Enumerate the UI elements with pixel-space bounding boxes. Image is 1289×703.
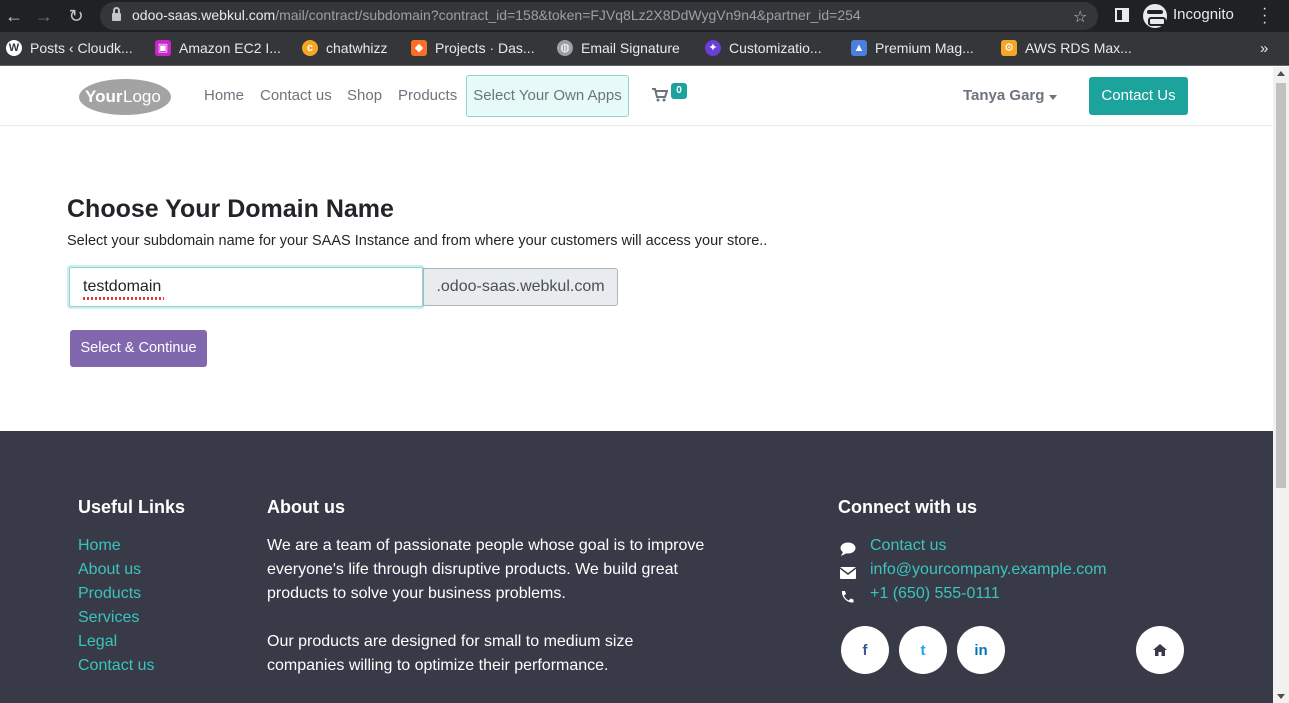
- about-line: We are a team of passionate people whose…: [267, 537, 705, 554]
- bookmark-item[interactable]: ◍ Email Signature: [557, 40, 680, 56]
- nav-shop[interactable]: Shop: [347, 87, 382, 104]
- address-bar[interactable]: odoo-saas.webkul.com/mail/contract/subdo…: [100, 2, 1098, 30]
- site-footer: Useful Links Home About us Products Serv…: [0, 431, 1273, 703]
- side-panel-icon[interactable]: [1115, 8, 1129, 22]
- url-text[interactable]: odoo-saas.webkul.com/mail/contract/subdo…: [132, 7, 861, 23]
- select-continue-button[interactable]: Select & Continue: [70, 330, 207, 367]
- comment-icon: [840, 542, 856, 556]
- premium-icon: ▲: [851, 40, 867, 56]
- envelope-icon: [840, 567, 856, 579]
- bookmark-label: Posts ‹ Cloudk...: [30, 40, 133, 56]
- about-line: everyone's life through disruptive produ…: [267, 561, 678, 578]
- bookmark-item[interactable]: ▣ Amazon EC2 I...: [155, 40, 281, 56]
- bookmark-label: chatwhizz: [326, 40, 388, 56]
- domain-suffix: .odoo-saas.webkul.com: [423, 268, 618, 306]
- home-glyph: [1153, 644, 1167, 656]
- site-header: Your Logo Home Contact us Shop Products …: [0, 67, 1273, 126]
- page-description: Select your subdomain name for your SAAS…: [67, 233, 768, 249]
- site-logo[interactable]: Your Logo: [78, 77, 172, 117]
- aws-rds-icon: ⚙: [1001, 40, 1017, 56]
- scroll-down-arrow-icon[interactable]: [1277, 694, 1285, 699]
- logo-image: Your Logo: [79, 79, 171, 115]
- bookmark-item[interactable]: c chatwhizz: [302, 40, 387, 56]
- about-line: products to solve your business problems…: [267, 585, 566, 602]
- about-line: companies willing to optimize their perf…: [267, 657, 609, 674]
- about-line: Our products are designed for small to m…: [267, 633, 634, 650]
- nav-contact-us[interactable]: Contact us: [260, 87, 332, 104]
- footer-link-services[interactable]: Services: [78, 609, 139, 627]
- bookmark-item[interactable]: ▲ Premium Mag...: [851, 40, 974, 56]
- phone-icon: [841, 591, 854, 603]
- nav-products[interactable]: Products: [398, 87, 457, 104]
- logo-text-logo: Logo: [123, 87, 161, 106]
- twitter-icon[interactable]: t: [899, 626, 947, 674]
- chatwhizz-icon: c: [302, 40, 318, 56]
- bookmark-item[interactable]: W Posts ‹ Cloudk...: [6, 40, 133, 56]
- subdomain-field[interactable]: [69, 267, 423, 307]
- wordpress-icon: W: [6, 40, 22, 56]
- nav-home[interactable]: Home: [204, 87, 244, 104]
- bookmark-label: Email Signature: [581, 40, 680, 56]
- connect-heading: Connect with us: [838, 497, 977, 517]
- incognito-icon[interactable]: [1143, 4, 1167, 28]
- footer-link-legal[interactable]: Legal: [78, 633, 117, 651]
- gitlab-icon: ◆: [411, 40, 427, 56]
- footer-link-contact[interactable]: Contact us: [78, 657, 154, 675]
- home-icon[interactable]: [1136, 626, 1184, 674]
- bookmark-label: Amazon EC2 I...: [179, 40, 281, 56]
- spellcheck-underline: [83, 297, 164, 300]
- scroll-up-arrow-icon[interactable]: [1277, 71, 1285, 76]
- cart-count-badge: 0: [671, 83, 687, 99]
- back-arrow-icon[interactable]: ←: [4, 6, 24, 26]
- bookmark-item[interactable]: ◆ Projects · Das...: [411, 40, 535, 56]
- about-paragraph-2: Our products are designed for small to m…: [267, 630, 633, 678]
- connect-phone-link[interactable]: +1 (650) 555-0111: [870, 585, 1000, 603]
- footer-link-products[interactable]: Products: [78, 585, 141, 603]
- bookmarks-bar: W Posts ‹ Cloudk... ▣ Amazon EC2 I... c …: [0, 32, 1289, 66]
- user-menu[interactable]: Tanya Garg: [963, 87, 1044, 104]
- shopping-cart-icon[interactable]: [652, 88, 668, 102]
- bookmark-item[interactable]: ✦ Customizatio...: [705, 40, 822, 56]
- browser-menu-icon[interactable]: · · ·: [1262, 1, 1267, 31]
- forward-arrow-icon[interactable]: →: [34, 6, 54, 26]
- scrollbar-thumb[interactable]: [1276, 83, 1286, 488]
- lock-icon: [112, 7, 121, 21]
- reload-icon[interactable]: ↻: [66, 6, 86, 26]
- contact-us-button[interactable]: Contact Us: [1089, 77, 1188, 115]
- chevron-down-icon[interactable]: [1049, 95, 1057, 100]
- web-page: Your Logo Home Contact us Shop Products …: [0, 67, 1273, 703]
- customization-icon: ✦: [705, 40, 721, 56]
- incognito-label: Incognito: [1173, 6, 1234, 23]
- bookmark-label: Customizatio...: [729, 40, 822, 56]
- connect-email-link[interactable]: info@yourcompany.example.com: [870, 561, 1107, 579]
- subdomain-input[interactable]: [70, 268, 422, 306]
- bookmark-item[interactable]: ⚙ AWS RDS Max...: [1001, 40, 1132, 56]
- bookmark-label: Projects · Das...: [435, 40, 535, 56]
- footer-link-home[interactable]: Home: [78, 537, 121, 555]
- bookmarks-overflow-icon[interactable]: »: [1260, 40, 1268, 57]
- logo-text-your: Your: [85, 87, 123, 106]
- about-us-heading: About us: [267, 497, 345, 517]
- amazon-ec2-icon: ▣: [155, 40, 171, 56]
- useful-links-heading: Useful Links: [78, 497, 186, 517]
- connect-contact-link[interactable]: Contact us: [870, 537, 946, 555]
- browser-toolbar: ← → ↻ odoo-saas.webkul.com/mail/contract…: [0, 0, 1289, 32]
- facebook-icon[interactable]: f: [841, 626, 889, 674]
- bookmark-label: Premium Mag...: [875, 40, 974, 56]
- bookmark-label: AWS RDS Max...: [1025, 40, 1132, 56]
- globe-icon: ◍: [557, 40, 573, 56]
- linkedin-icon[interactable]: in: [957, 626, 1005, 674]
- about-paragraph-1: We are a team of passionate people whose…: [267, 534, 704, 606]
- page-title: Choose Your Domain Name: [67, 195, 394, 223]
- bookmark-star-icon[interactable]: ☆: [1073, 7, 1087, 27]
- footer-link-about[interactable]: About us: [78, 561, 141, 579]
- nav-select-your-own-apps[interactable]: Select Your Own Apps: [466, 75, 629, 117]
- page-scrollbar[interactable]: [1273, 67, 1289, 703]
